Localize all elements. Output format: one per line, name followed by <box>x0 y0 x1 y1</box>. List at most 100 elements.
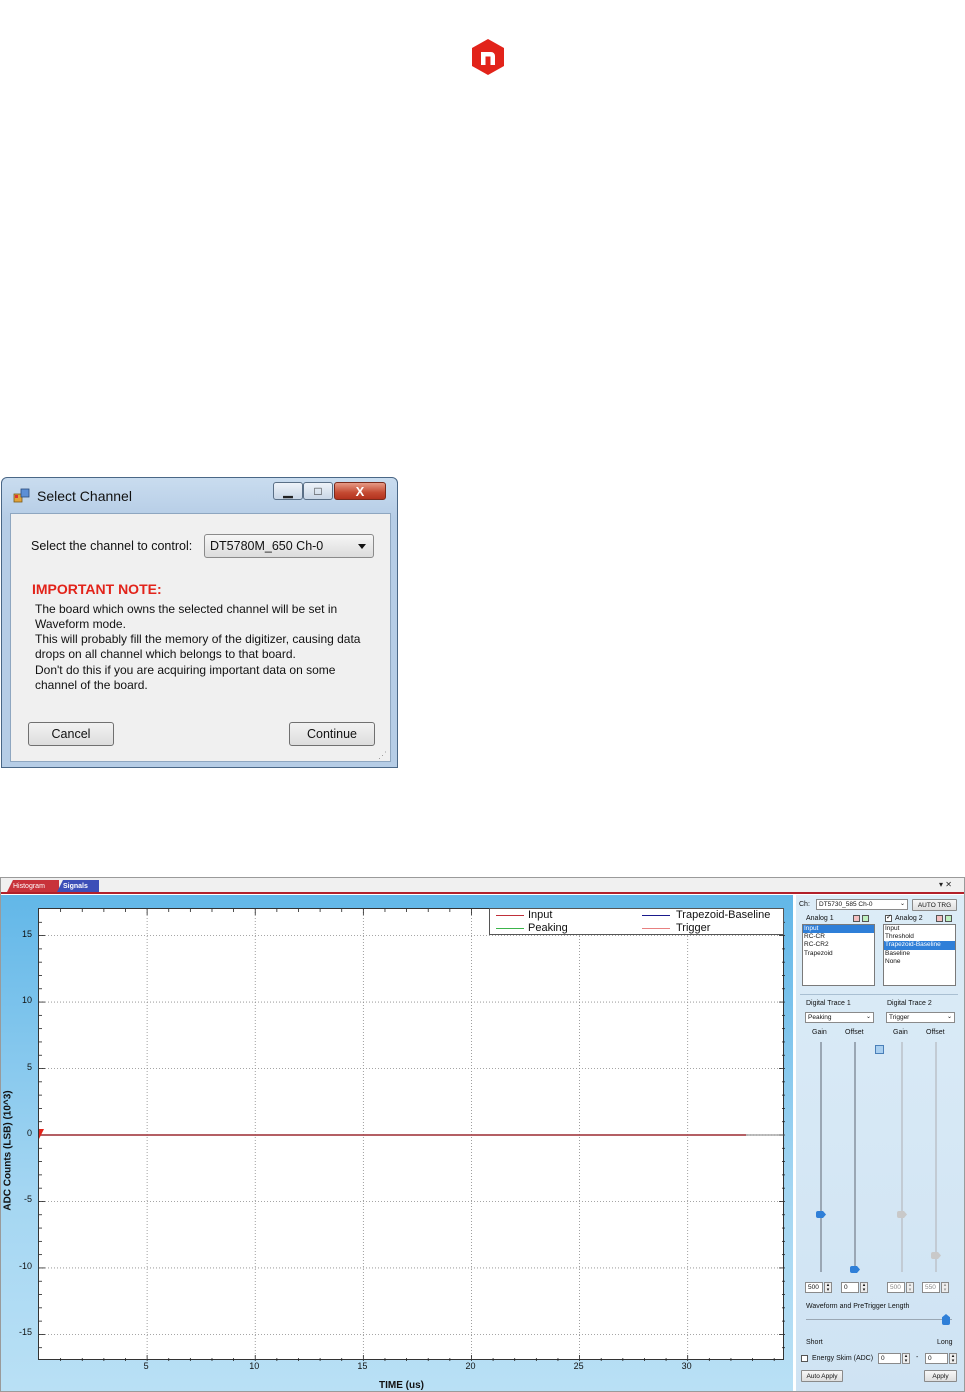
digital2-combo[interactable]: Trigger ⌄ <box>886 1012 955 1023</box>
analog2-label: Analog 2 <box>895 915 923 922</box>
digital1-combo[interactable]: Peaking ⌄ <box>805 1012 874 1023</box>
offset2-spinner[interactable]: ▴ ▾ <box>941 1282 949 1293</box>
maximize-button[interactable]: □ <box>303 482 333 500</box>
auto-trg-button[interactable]: AUTO TRG <box>912 899 957 911</box>
offset1-slider-thumb[interactable] <box>850 1266 860 1273</box>
legend-label: Trigger <box>676 922 711 934</box>
legend-label: Peaking <box>528 922 568 934</box>
x-tick-label: 10 <box>249 1361 260 1371</box>
y-tick-label: -15 <box>18 1327 32 1338</box>
signal-control-panel: Ch: DT5730_585 Ch-0 ⌄ AUTO TRG Analog 1 … <box>796 895 964 1391</box>
digital1-label: Digital Trace 1 <box>806 1000 851 1007</box>
gain1-slider-thumb[interactable] <box>816 1211 826 1218</box>
note-line: Waveform mode. <box>35 617 126 631</box>
offset1-label: Offset <box>845 1029 864 1036</box>
short-label: Short <box>806 1339 823 1346</box>
chevron-down-icon: ⌄ <box>899 901 905 907</box>
list-item[interactable]: Input <box>803 925 874 934</box>
list-item[interactable]: None <box>884 958 955 966</box>
analog1-label: Analog 1 <box>806 915 834 922</box>
chevron-down-icon <box>358 544 366 549</box>
apply-button[interactable]: Apply <box>924 1370 957 1382</box>
close-button[interactable]: X <box>334 482 386 500</box>
legend-label: Input <box>528 909 553 921</box>
y-tick-label: 5 <box>26 1061 32 1072</box>
x-tick-label: 20 <box>465 1361 476 1371</box>
offset1-input[interactable]: 0 <box>841 1282 859 1293</box>
waveform-length-slider[interactable] <box>806 1319 952 1320</box>
chart-legend: Input Peaking Trapezoid-Baseline Trigger <box>489 908 784 935</box>
gain1-spinner[interactable]: ▴ ▾ <box>824 1282 832 1293</box>
gain2-spinner[interactable]: ▴ ▾ <box>906 1282 914 1293</box>
offset1-spinner[interactable]: ▴ ▾ <box>860 1282 868 1293</box>
list-item[interactable]: Threshold <box>884 933 955 941</box>
energy-max-input[interactable]: 0 <box>925 1353 948 1364</box>
x-tick-label: 25 <box>573 1361 584 1371</box>
legend-swatch <box>496 928 524 929</box>
channel-combo[interactable]: DT5730_585 Ch-0 ⌄ <box>816 899 908 910</box>
auto-apply-button[interactable]: Auto Apply <box>801 1370 843 1382</box>
legend-label: Trapezoid-Baseline <box>676 909 771 921</box>
channel-select-value: DT5780M_650 Ch-0 <box>210 539 324 553</box>
x-tick-label: 30 <box>681 1361 692 1371</box>
offset2-input[interactable]: 550 <box>922 1282 940 1293</box>
y-tick-label: 10 <box>21 995 32 1006</box>
list-item[interactable]: Trapezoid-Baseline <box>884 941 955 950</box>
analog1-list[interactable]: Input RC-CR RC-CR2 Trapezoid <box>802 924 875 986</box>
list-item[interactable]: RC-CR <box>803 933 874 941</box>
x-axis-label: TIME (us) <box>379 1380 424 1391</box>
important-note-title: IMPORTANT NOTE: <box>32 581 162 597</box>
legend-swatch <box>642 928 670 929</box>
channel-label: Ch: <box>799 901 810 908</box>
analog1-color-green[interactable] <box>862 915 869 922</box>
app-window-icon <box>13 488 30 503</box>
y-tick-label: 0 <box>26 1128 32 1138</box>
chevron-down-icon: ⌄ <box>946 1014 952 1020</box>
gain1-input[interactable]: 500 <box>805 1282 823 1293</box>
gain1-slider[interactable] <box>820 1042 822 1272</box>
energy-min-spinner[interactable]: ▴ ▾ <box>902 1353 910 1364</box>
legend-swatch <box>496 915 524 916</box>
digital2-combo-value: Trigger <box>889 1014 910 1021</box>
offset2-slider[interactable] <box>935 1042 937 1272</box>
cancel-button[interactable]: Cancel <box>28 722 114 746</box>
analog2-color-green[interactable] <box>945 915 952 922</box>
note-line: The board which owns the selected channe… <box>35 602 338 616</box>
energy-range-dash: - <box>916 1354 919 1361</box>
minimize-button[interactable]: ▁ <box>273 482 303 500</box>
channel-select[interactable]: DT5780M_650 Ch-0 <box>204 534 374 558</box>
brand-logo <box>472 39 504 75</box>
gain2-input[interactable]: 500 <box>887 1282 905 1293</box>
digital1-combo-value: Peaking <box>808 1014 832 1021</box>
y-tick-label: -5 <box>23 1194 32 1205</box>
x-tick-label: 15 <box>357 1361 368 1371</box>
plot-canvas[interactable] <box>38 908 785 1361</box>
energy-skim-checkbox[interactable] <box>801 1355 808 1362</box>
legend-swatch <box>642 915 670 916</box>
list-item[interactable]: RC-CR2 <box>803 941 874 949</box>
continue-button[interactable]: Continue <box>289 722 375 746</box>
y-tick-label: 15 <box>21 928 32 939</box>
list-item[interactable]: Input <box>884 925 955 933</box>
tab-signals[interactable]: Signals <box>57 880 99 892</box>
resize-grip-icon[interactable]: ⋰ <box>378 750 387 761</box>
list-item[interactable]: Trapezoid <box>803 950 874 958</box>
link-toggle-icon[interactable] <box>875 1045 884 1054</box>
tab-histogram[interactable]: Histogram <box>7 880 59 892</box>
offset1-slider[interactable] <box>854 1042 856 1272</box>
analog2-color-red[interactable] <box>936 915 943 922</box>
tab-window-controls[interactable]: ▾ ✕ <box>939 880 952 889</box>
trigger-marker-icon <box>39 1129 44 1139</box>
energy-max-spinner[interactable]: ▴ ▾ <box>949 1353 957 1364</box>
waveform-length-slider-thumb[interactable] <box>942 1314 950 1325</box>
analog2-checkbox[interactable]: ✓ <box>885 914 892 922</box>
gain2-slider[interactable] <box>901 1042 903 1272</box>
energy-min-input[interactable]: 0 <box>878 1353 901 1364</box>
analog1-color-red[interactable] <box>853 915 860 922</box>
analog2-list[interactable]: Input Threshold Trapezoid-Baseline Basel… <box>883 924 956 986</box>
signals-window: Histogram Signals ▾ ✕ ADC Counts (LSB) (… <box>0 877 965 1392</box>
note-line: channel of the board. <box>35 678 148 692</box>
gain2-slider-thumb[interactable] <box>897 1211 907 1218</box>
list-item[interactable]: Baseline <box>884 950 955 958</box>
offset2-slider-thumb[interactable] <box>931 1252 941 1259</box>
